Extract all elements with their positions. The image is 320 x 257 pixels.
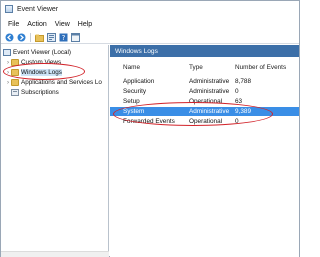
- forward-icon[interactable]: [17, 33, 26, 42]
- menu-file[interactable]: File: [4, 21, 23, 28]
- log-event-count: 0: [235, 118, 239, 125]
- svg-text:?: ?: [62, 34, 66, 42]
- table-row-selected[interactable]: System Administrative 9,389: [110, 107, 299, 116]
- horizontal-scrollbar[interactable]: [1, 251, 109, 257]
- tree-item-windows-logs[interactable]: › Windows Logs: [5, 68, 62, 77]
- subscriptions-icon: [11, 89, 19, 96]
- log-name: Forwarded Events: [123, 118, 175, 125]
- table-row[interactable]: Application Administrative 8,788: [110, 77, 299, 86]
- log-type: Operational: [189, 98, 223, 105]
- menu-bar: File Action View Help: [1, 18, 299, 30]
- log-name: Application: [123, 78, 155, 85]
- tree-item-label: Subscriptions: [21, 89, 59, 96]
- menu-help[interactable]: Help: [74, 21, 96, 28]
- console-icon[interactable]: [71, 32, 80, 42]
- toolbar-separator: [30, 32, 31, 42]
- log-name: Security: [123, 88, 147, 95]
- table-row[interactable]: Forwarded Events Operational 0: [110, 117, 299, 126]
- tree-item-applications-and-services[interactable]: › Applications and Services Lo: [5, 78, 109, 87]
- log-type: Administrative: [189, 78, 230, 85]
- column-header-name[interactable]: Name: [123, 64, 140, 71]
- log-name: Setup: [123, 98, 140, 105]
- tree-root-label: Event Viewer (Local): [13, 49, 71, 56]
- tree-item-custom-views[interactable]: › Custom Views: [5, 58, 61, 67]
- folder-up-icon[interactable]: [35, 33, 44, 42]
- log-type: Operational: [189, 118, 223, 125]
- column-header-events[interactable]: Number of Events: [235, 64, 286, 71]
- toolbar: ?: [1, 31, 299, 44]
- tree-item-label: Applications and Services Lo: [21, 79, 102, 86]
- log-type: Administrative: [189, 108, 230, 115]
- properties-icon[interactable]: [47, 32, 56, 42]
- panel-title: Windows Logs: [110, 45, 299, 57]
- window-title: Event Viewer: [17, 5, 59, 13]
- event-viewer-window: Event Viewer File Action View Help ? Eve…: [0, 0, 300, 257]
- log-type: Administrative: [189, 88, 230, 95]
- navigation-tree: Event Viewer (Local) › Custom Views › Wi…: [1, 45, 109, 257]
- title-bar: Event Viewer: [1, 1, 299, 17]
- back-icon[interactable]: [5, 33, 14, 42]
- menu-action[interactable]: Action: [23, 21, 50, 28]
- log-event-count: 9,389: [235, 108, 251, 115]
- log-event-count: 63: [235, 98, 243, 105]
- event-viewer-icon: [3, 49, 11, 56]
- table-row[interactable]: Security Administrative 0: [110, 87, 299, 96]
- log-name: System: [123, 108, 145, 115]
- tree-item-label: Windows Logs: [21, 69, 62, 76]
- help-icon[interactable]: ?: [59, 33, 68, 42]
- folder-icon: [11, 79, 19, 86]
- log-event-count: 8,788: [235, 78, 251, 85]
- tree-root[interactable]: Event Viewer (Local): [3, 48, 71, 57]
- logs-panel: Windows Logs Name Type Number of Events …: [110, 45, 299, 257]
- table-row[interactable]: Setup Operational 63: [110, 97, 299, 106]
- tree-item-subscriptions[interactable]: Subscriptions: [5, 88, 59, 97]
- log-event-count: 0: [235, 88, 239, 95]
- menu-view[interactable]: View: [51, 21, 74, 28]
- folder-icon: [11, 69, 19, 76]
- column-header-type[interactable]: Type: [189, 64, 203, 71]
- tree-item-label: Custom Views: [21, 59, 62, 66]
- folder-icon: [11, 59, 19, 66]
- event-viewer-icon: [5, 5, 13, 13]
